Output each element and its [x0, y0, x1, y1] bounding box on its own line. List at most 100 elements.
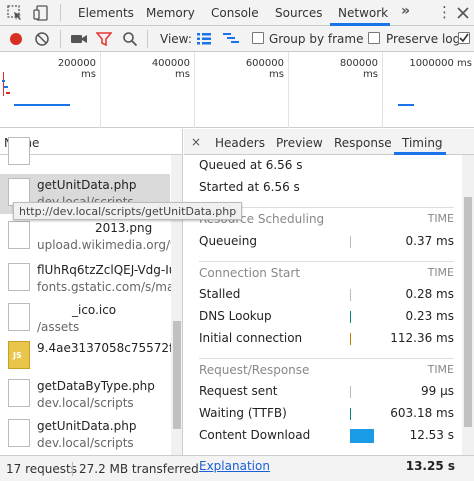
- request-bar: [4, 86, 8, 88]
- network-toolbar: View: Group by frame Preserve log: [0, 26, 474, 52]
- timing-value: 0.23 ms: [405, 309, 454, 323]
- network-lower-panel: Name getUnitData.php dev.local/scripts 2…: [0, 129, 474, 455]
- tab-sources[interactable]: Sources: [275, 6, 322, 20]
- timing-value: 99 µs: [421, 384, 454, 398]
- video-camera-icon[interactable]: [70, 31, 88, 47]
- request-path: /assets: [37, 320, 80, 334]
- request-response-header: Request/Response TIME: [199, 358, 454, 377]
- tick-label: 200000 ms: [57, 58, 96, 80]
- file-icon: [8, 419, 30, 447]
- active-tab-indicator: [394, 152, 446, 155]
- file-icon: [8, 379, 30, 407]
- devtools-tab-bar: Elements Memory Console Sources Network …: [0, 0, 474, 26]
- group-by-frame-checkbox[interactable]: [252, 32, 264, 44]
- divider: [147, 30, 148, 48]
- started-at-text: Started at 6.56 s: [199, 180, 300, 194]
- timing-label: Queueing: [199, 234, 257, 248]
- network-overview[interactable]: 200000 ms 400000 ms 600000 ms 800000 ms …: [0, 52, 474, 128]
- section-title: Connection Start: [199, 266, 301, 280]
- timing-label: Content Download: [199, 428, 311, 442]
- list-item[interactable]: getUnitData.php dev.local/scripts: [0, 415, 170, 455]
- record-icon[interactable]: [8, 31, 24, 47]
- request-bar: [2, 80, 5, 82]
- timing-label: DNS Lookup: [199, 309, 272, 323]
- requests-panel: Name getUnitData.php dev.local/scripts 2…: [0, 129, 183, 455]
- list-item[interactable]: getDataByType.php dev.local/scripts: [0, 375, 170, 415]
- view-label: View:: [160, 32, 192, 46]
- preserve-log-checkbox[interactable]: [368, 32, 380, 44]
- request-path: upload.wikimedia.org/wik: [37, 238, 183, 252]
- large-request-rows-icon[interactable]: [196, 31, 212, 47]
- timing-bar: [350, 408, 351, 420]
- request-name: 9.4ae3137058c75572f840: [37, 341, 183, 355]
- timing-bar: [350, 289, 351, 301]
- tab-headers[interactable]: Headers: [215, 136, 265, 150]
- gridline: [288, 52, 289, 128]
- section-title: Request/Response: [199, 363, 310, 377]
- clear-icon[interactable]: [34, 31, 50, 47]
- tab-console[interactable]: Console: [211, 6, 259, 20]
- request-path: dev.local/scripts: [37, 436, 134, 450]
- timing-bar: [350, 429, 374, 443]
- request-path: fonts.gstatic.com/s/mater: [37, 280, 183, 294]
- timing-label: Stalled: [199, 287, 241, 301]
- request-bar: [398, 104, 414, 106]
- timing-row-dns: DNS Lookup 0.23 ms: [199, 309, 454, 327]
- filter-icon[interactable]: [96, 31, 112, 47]
- timing-row-request-sent: Request sent 99 µs: [199, 384, 454, 402]
- more-tabs-button[interactable]: »: [401, 3, 410, 19]
- tab-elements[interactable]: Elements: [78, 6, 134, 20]
- gridline: [382, 52, 383, 128]
- preserve-log-label: Preserve log: [386, 32, 461, 46]
- timing-bar: [350, 311, 351, 323]
- tab-network[interactable]: Network: [338, 6, 388, 20]
- timing-label: Request sent: [199, 384, 278, 398]
- request-bar: [14, 104, 70, 106]
- queued-at: Queued at 6.56 s: [199, 158, 454, 176]
- divider: [72, 462, 73, 476]
- request-count: 17 requests: [6, 462, 77, 476]
- list-item[interactable]: 2013.png upload.wikimedia.org/wik: [0, 217, 182, 257]
- timing-row-queueing: Queueing 0.37 ms: [199, 234, 454, 252]
- tick-label: 600000 ms: [245, 58, 284, 80]
- queued-at-text: Queued at 6.56 s: [199, 158, 303, 172]
- close-devtools-icon[interactable]: [454, 4, 472, 22]
- close-details-button[interactable]: ×: [191, 135, 201, 149]
- requests-scrollbar-thumb[interactable]: [173, 321, 181, 429]
- request-name: flUhRq6tzZclQEJ-Vdg-Iui.: [37, 263, 183, 277]
- inspect-element-icon[interactable]: [6, 4, 24, 22]
- request-bar: [6, 92, 10, 94]
- font-file-icon: [8, 263, 30, 291]
- menu-icon[interactable]: ⋮: [437, 3, 452, 21]
- checkmark-icon: [459, 33, 469, 43]
- time-header: TIME: [427, 266, 454, 279]
- tick-label: 1000000 ms: [409, 58, 472, 69]
- explanation-link[interactable]: Explanation: [199, 459, 270, 473]
- tab-timing[interactable]: Timing: [402, 136, 443, 150]
- time-header: TIME: [427, 212, 454, 225]
- list-item[interactable]: [0, 137, 170, 169]
- timing-row-content-download: Content Download 12.53 s: [199, 428, 454, 446]
- list-item[interactable]: JS 9.4ae3137058c75572f840: [0, 337, 182, 377]
- device-toolbar-icon[interactable]: [32, 4, 50, 22]
- connection-start-header: Connection Start TIME: [199, 261, 454, 280]
- waterfall-overview-icon[interactable]: [222, 31, 240, 47]
- request-name: _ico.ico: [72, 303, 117, 317]
- timing-value: 0.28 ms: [405, 287, 454, 301]
- timing-bar: [350, 333, 351, 345]
- tab-response[interactable]: Response: [334, 136, 392, 150]
- total-time: 13.25 s: [405, 459, 455, 473]
- tab-preview[interactable]: Preview: [276, 136, 323, 150]
- list-item[interactable]: _ico.ico /assets: [0, 299, 170, 339]
- list-item[interactable]: flUhRq6tzZclQEJ-Vdg-Iui. fonts.gstatic.c…: [0, 259, 182, 299]
- request-name: getDataByType.php: [37, 379, 155, 393]
- disable-cache-checkbox[interactable]: [458, 32, 470, 44]
- search-icon[interactable]: [122, 31, 138, 47]
- request-name: getUnitData.php: [37, 178, 137, 192]
- request-name: 2013.png: [95, 221, 153, 235]
- group-by-frame-label: Group by frame: [269, 32, 364, 46]
- details-scrollbar-thumb[interactable]: [464, 197, 472, 427]
- javascript-file-icon: JS: [8, 341, 30, 369]
- tick-label: 400000 ms: [151, 58, 190, 80]
- tab-memory[interactable]: Memory: [146, 6, 195, 20]
